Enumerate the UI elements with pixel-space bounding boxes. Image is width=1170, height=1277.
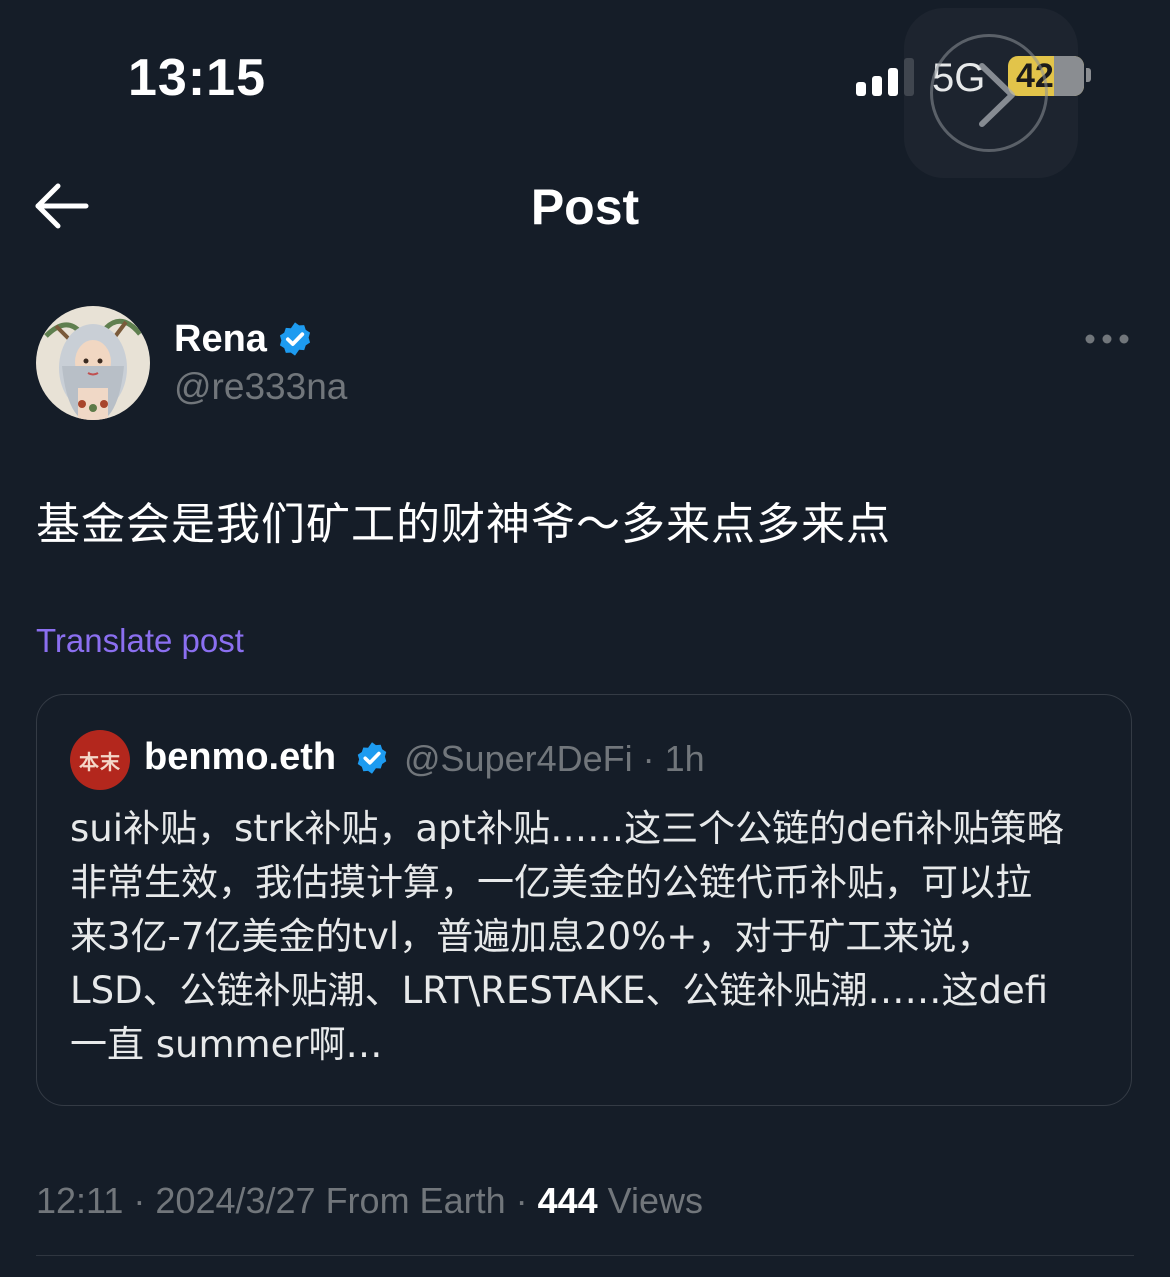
quoted-post-text: sui补贴，strk补贴，apt补贴……这三个公链的defi补贴策略 非常生效，…	[70, 802, 1100, 1072]
quoted-text-line: 非常生效，我估摸计算，一亿美金的公链代币补贴，可以拉	[70, 861, 1032, 904]
verified-badge-icon	[357, 742, 387, 774]
author-handle[interactable]: @re333na	[174, 366, 347, 408]
quoted-author-name[interactable]: benmo.eth	[144, 736, 336, 779]
avatar[interactable]	[36, 306, 150, 420]
battery-tip	[1086, 68, 1091, 82]
quoted-text-line: LSD、公链补贴潮、LRT\RESTAKE、公链补贴潮……这defi	[70, 969, 1049, 1012]
quoted-author-avatar[interactable]: 本末	[70, 730, 130, 790]
verified-badge-icon	[279, 322, 311, 356]
chevron-right-icon	[979, 63, 1015, 127]
views-count[interactable]: 444	[538, 1180, 598, 1221]
quoted-avatar-logo-text: 本末	[79, 750, 121, 774]
quoted-text-line: 一直 summer啊…	[70, 1023, 383, 1066]
more-horizontal-icon[interactable]	[1084, 326, 1130, 352]
quoted-author-handle[interactable]: @Super4DeFi · 1h	[404, 738, 705, 780]
page-title: Post	[530, 179, 640, 235]
author-name[interactable]: Rena	[174, 318, 267, 361]
post-text: 基金会是我们矿工的财神爷～多来点多来点	[36, 499, 891, 550]
translate-post-link[interactable]: Translate post	[36, 622, 244, 660]
quoted-text-line: 来3亿-7亿美金的tvl，普遍加息20%+，对于矿工来说，	[70, 915, 994, 958]
status-time: 13:15	[128, 49, 266, 107]
post-timestamp: 12:11 · 2024/3/27 From Earth ·	[36, 1180, 538, 1221]
divider	[36, 1255, 1134, 1256]
post-meta: 12:11 · 2024/3/27 From Earth · 444 Views	[36, 1180, 703, 1222]
quoted-text-line: sui补贴，strk补贴，apt补贴……这三个公链的defi补贴策略	[70, 807, 1064, 850]
views-label: Views	[597, 1180, 704, 1221]
